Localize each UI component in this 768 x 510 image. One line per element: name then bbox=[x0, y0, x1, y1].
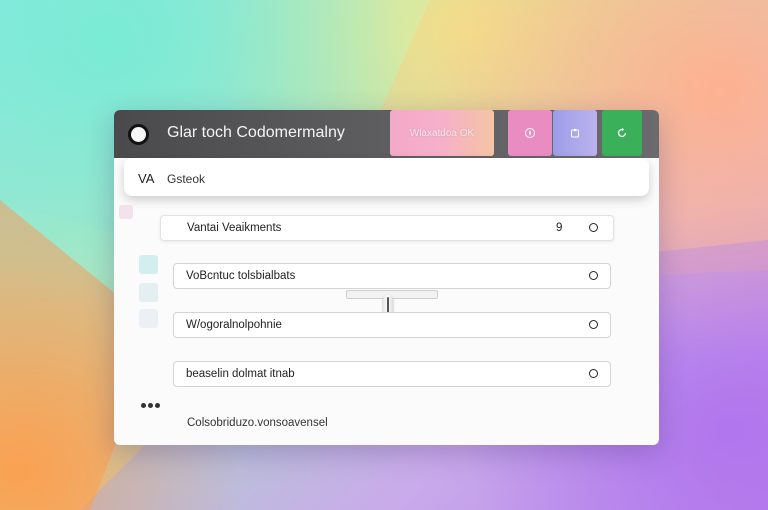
setting-radio[interactable] bbox=[589, 369, 598, 378]
dot bbox=[155, 403, 160, 408]
footer-text: Colsobriduzo.vonsoavensel bbox=[187, 417, 328, 429]
setting-radio[interactable] bbox=[589, 271, 598, 280]
setting-radio[interactable] bbox=[589, 320, 598, 329]
compass-icon bbox=[525, 128, 535, 138]
side-marker bbox=[139, 309, 158, 328]
tab-refresh[interactable] bbox=[602, 110, 642, 156]
setting-row[interactable]: W/ogoralnolpohnie bbox=[173, 312, 611, 338]
tab-active[interactable]: Wlaxatdoa OK bbox=[390, 110, 494, 156]
tab-compass[interactable] bbox=[508, 110, 552, 156]
setting-row[interactable]: beaselin dolmat itnab bbox=[173, 361, 611, 387]
more-options-icon[interactable] bbox=[141, 403, 160, 408]
puzzle-icon bbox=[571, 128, 579, 138]
setting-row[interactable]: VoBcntuc tolsbialbats bbox=[173, 263, 611, 289]
setting-label: VoBcntuc tolsbialbats bbox=[186, 270, 296, 282]
setting-label: Vantai Veaikments bbox=[187, 222, 282, 234]
setting-label: beaselin dolmat itnab bbox=[186, 368, 295, 380]
setting-row[interactable]: Vantai Veaikments 9 bbox=[160, 215, 614, 241]
address-prefix: VA bbox=[138, 171, 155, 186]
setting-value: 9 bbox=[556, 222, 563, 234]
side-marker bbox=[139, 255, 158, 274]
setting-label: W/ogoralnolpohnie bbox=[186, 319, 282, 331]
tab-extension[interactable] bbox=[553, 110, 597, 156]
side-marker bbox=[119, 205, 133, 219]
app-logo-icon bbox=[128, 124, 149, 145]
app-title: Glar toch Codomermalny bbox=[167, 124, 345, 141]
address-bar[interactable]: VA Gsteok bbox=[124, 158, 649, 196]
dot bbox=[148, 403, 153, 408]
refresh-icon bbox=[617, 127, 627, 138]
setting-radio[interactable] bbox=[589, 223, 598, 232]
tab-label: Wlaxatdoa OK bbox=[409, 127, 475, 139]
dot bbox=[141, 403, 146, 408]
title-bar: Glar toch Codomermalny Wlaxatdoa OK bbox=[114, 110, 659, 158]
address-input[interactable]: Gsteok bbox=[167, 172, 205, 186]
side-marker bbox=[139, 283, 158, 302]
